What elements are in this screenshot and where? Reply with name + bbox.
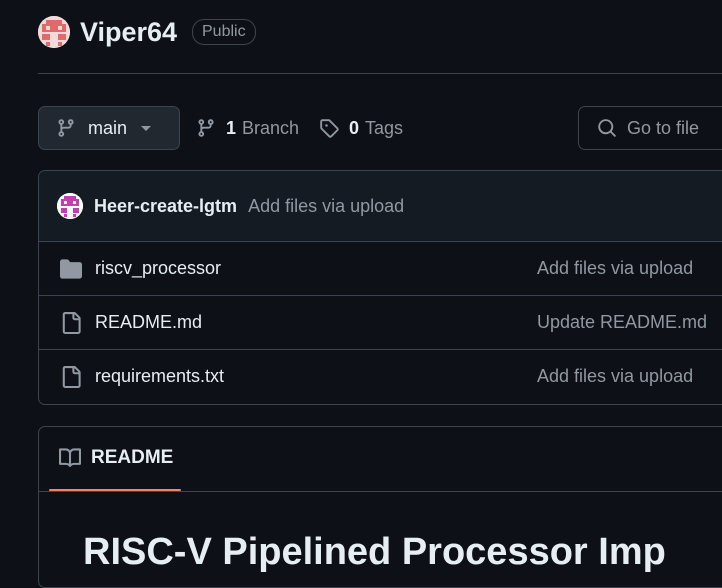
header-divider xyxy=(38,73,722,74)
file-icon xyxy=(62,366,81,388)
go-to-file-placeholder: Go to file xyxy=(627,117,700,138)
branch-name: main xyxy=(88,117,128,138)
repo-avatar[interactable] xyxy=(38,16,70,48)
commit-message-link[interactable]: Add files via upload xyxy=(248,196,404,217)
file-name-link[interactable]: README.md xyxy=(95,310,202,334)
visibility-badge: Public xyxy=(192,19,256,45)
file-commit-message-link[interactable]: Add files via upload xyxy=(537,364,693,388)
file-table: Heer-create-lgtm Add files via upload ri… xyxy=(38,170,722,405)
git-branch-icon xyxy=(198,119,214,137)
readme-tab-label: README xyxy=(91,447,174,468)
repo-name[interactable]: Viper64 xyxy=(80,14,177,50)
file-name-link[interactable]: riscv_processor xyxy=(95,256,221,280)
branches-link[interactable]: 1 Branch xyxy=(196,115,299,141)
book-icon xyxy=(59,448,81,467)
file-commit-message-link[interactable]: Update README.md xyxy=(537,310,707,334)
table-row[interactable]: README.md Update README.md xyxy=(39,295,722,350)
tab-readme[interactable]: README xyxy=(59,447,173,469)
go-to-file-input[interactable]: Go to file xyxy=(578,106,722,150)
caret-down-icon xyxy=(141,125,152,131)
branch-label: Branch xyxy=(242,117,300,138)
readme-tabbar: README xyxy=(39,427,722,492)
table-row[interactable]: riscv_processor Add files via upload xyxy=(39,241,722,296)
folder-icon xyxy=(60,259,82,279)
search-icon xyxy=(598,119,616,137)
tag-count: 0 xyxy=(349,117,360,138)
latest-commit-bar: Heer-create-lgtm Add files via upload xyxy=(39,171,722,242)
branch-select-button[interactable]: main xyxy=(38,106,180,150)
commit-author-link[interactable]: Heer-create-lgtm xyxy=(94,196,237,217)
tag-label: Tags xyxy=(365,117,404,138)
avatar[interactable] xyxy=(57,193,83,219)
file-name-link[interactable]: requirements.txt xyxy=(95,364,224,388)
tags-link[interactable]: 0 Tags xyxy=(319,115,403,141)
file-commit-message-link[interactable]: Add files via upload xyxy=(537,256,693,280)
active-tab-underline xyxy=(49,489,181,491)
table-row[interactable]: requirements.txt Add files via upload xyxy=(39,349,722,404)
readme-heading: RISC-V Pipelined Processor Imp xyxy=(83,531,666,573)
branch-count: 1 xyxy=(226,117,237,138)
tag-icon xyxy=(320,119,339,138)
readme-panel: README RISC-V Pipelined Processor Imp xyxy=(38,426,722,588)
file-icon xyxy=(62,312,81,334)
git-branch-icon xyxy=(58,119,74,137)
